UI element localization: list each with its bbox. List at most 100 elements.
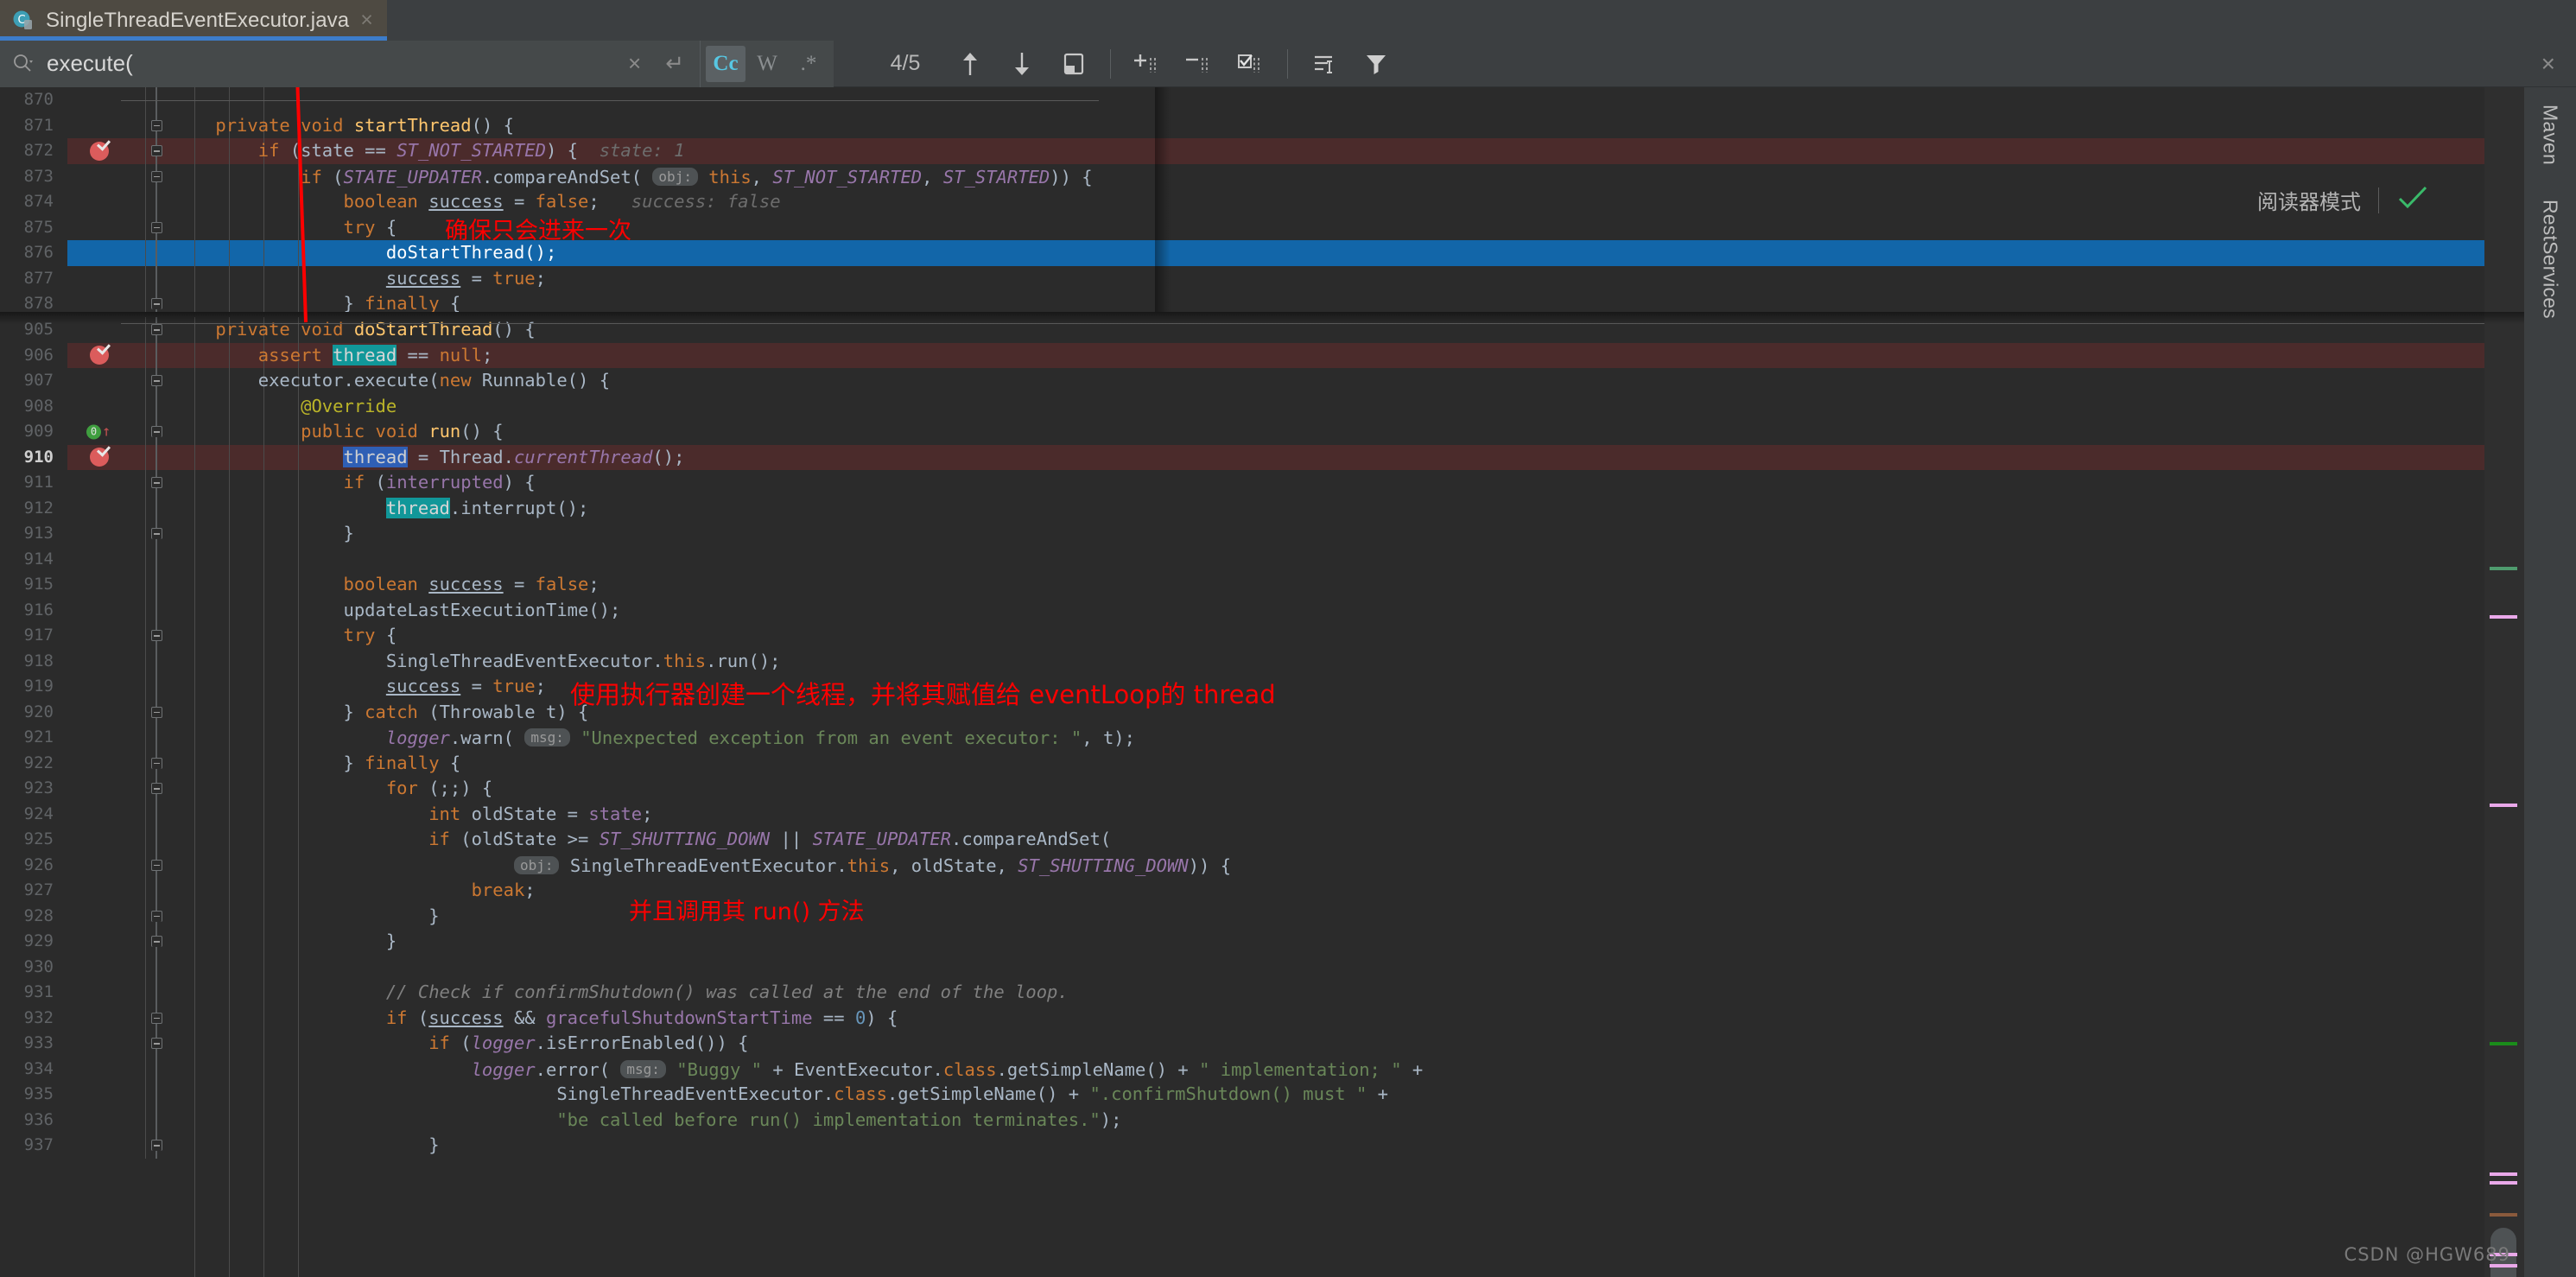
match-case-toggle[interactable]: Cc (706, 46, 746, 82)
code-line-913[interactable]: 913 } (0, 521, 2484, 547)
fold-column[interactable] (145, 1031, 168, 1057)
fold-collapse-icon[interactable] (145, 138, 168, 164)
code-line-936[interactable]: 936 "be called before run() implementati… (0, 1108, 2484, 1134)
line-gutter[interactable] (67, 1031, 145, 1057)
fold-column[interactable] (145, 598, 168, 624)
code-text[interactable]: public void run() { (168, 419, 2484, 445)
line-gutter[interactable] (67, 368, 145, 394)
code-line-877[interactable]: 877 success = true; (0, 266, 2484, 292)
code-text[interactable]: private void doStartThread() { (168, 317, 2484, 343)
marker-pink-1[interactable] (2490, 615, 2517, 619)
code-line-916[interactable]: 916 updateLastExecutionTime(); (0, 598, 2484, 624)
fold-end-icon[interactable] (145, 929, 168, 955)
code-text[interactable]: logger.error( msg: "Buggy " + EventExecu… (168, 1057, 2484, 1083)
code-line-935[interactable]: 935 SingleThreadEventExecutor.class.getS… (0, 1082, 2484, 1108)
code-text[interactable]: } (168, 904, 2484, 930)
line-gutter[interactable] (67, 113, 145, 139)
fold-end-icon[interactable] (145, 521, 168, 547)
reader-mode-indicator[interactable]: 阅读器模式 (2257, 185, 2429, 215)
code-text[interactable]: if (oldState >= ST_SHUTTING_DOWN || STAT… (168, 827, 2484, 853)
fold-column[interactable] (145, 751, 168, 777)
regex-toggle[interactable]: .* (789, 46, 828, 82)
close-icon[interactable]: × (360, 10, 373, 31)
code-text[interactable]: } finally { (168, 751, 2484, 777)
code-line-937[interactable]: 937 } (0, 1133, 2484, 1159)
fold-column[interactable] (145, 113, 168, 139)
fold-collapse-icon[interactable] (145, 215, 168, 241)
code-text[interactable]: "be called before run() implementation t… (168, 1108, 2484, 1134)
code-text[interactable]: success = true; (168, 266, 2484, 292)
code-line-915[interactable]: 915 boolean success = false; (0, 572, 2484, 598)
clear-search-icon[interactable]: × (621, 50, 648, 77)
fold-collapse-icon[interactable] (145, 368, 168, 394)
code-text[interactable]: boolean success = false; success: false (168, 189, 2484, 215)
marker-green-2[interactable] (2490, 1042, 2517, 1045)
fold-column[interactable] (145, 725, 168, 751)
code-line-921[interactable]: 921 logger.warn( msg: "Unexpected except… (0, 725, 2484, 751)
code-text[interactable]: SingleThreadEventExecutor.this.run(); (168, 649, 2484, 675)
editor-tab-singlethreadeventexecutor[interactable]: C SingleThreadEventExecutor.java × (0, 0, 387, 41)
code-text[interactable]: doStartThread(); (168, 240, 2484, 266)
fold-collapse-icon[interactable] (145, 317, 168, 343)
code-line-934[interactable]: 934 logger.error( msg: "Buggy " + EventE… (0, 1057, 2484, 1083)
marker-pink-4[interactable] (2490, 1181, 2517, 1185)
code-text[interactable]: if (logger.isErrorEnabled()) { (168, 1031, 2484, 1057)
code-line-912[interactable]: 912 thread.interrupt(); (0, 496, 2484, 522)
line-gutter[interactable] (67, 138, 145, 164)
line-gutter[interactable] (67, 445, 145, 471)
search-icon[interactable] (12, 53, 35, 75)
editor-marker-gutter[interactable] (2484, 87, 2524, 1277)
code-text[interactable]: break; (168, 878, 2484, 904)
fold-end-icon[interactable] (145, 419, 168, 445)
inspection-ok-icon[interactable] (2396, 185, 2429, 215)
fold-column[interactable] (145, 291, 168, 312)
line-gutter[interactable] (67, 343, 145, 369)
fold-column[interactable] (145, 343, 168, 369)
fold-column[interactable] (145, 138, 168, 164)
code-text[interactable]: } (168, 929, 2484, 955)
line-gutter[interactable] (67, 1006, 145, 1032)
fold-column[interactable] (145, 317, 168, 343)
code-line-928[interactable]: 928 } (0, 904, 2484, 930)
marker-brown[interactable] (2490, 1213, 2517, 1217)
code-text[interactable]: assert thread == null; (168, 343, 2484, 369)
breakpoint-icon[interactable] (90, 448, 109, 467)
tool-tab-maven[interactable]: Maven (2539, 101, 2562, 168)
line-gutter[interactable] (67, 827, 145, 853)
search-history-icon[interactable]: ↵ (660, 50, 689, 77)
line-gutter[interactable] (67, 189, 145, 215)
code-line-929[interactable]: 929 } (0, 929, 2484, 955)
code-line-923[interactable]: 923 for (;;) { (0, 776, 2484, 802)
code-text[interactable]: boolean success = false; (168, 572, 2484, 598)
line-gutter[interactable] (67, 547, 145, 573)
line-gutter[interactable] (67, 572, 145, 598)
fold-collapse-icon[interactable] (145, 1031, 168, 1057)
code-line-871[interactable]: 871 private void startThread() { (0, 113, 2484, 139)
code-text[interactable]: } (168, 1133, 2484, 1159)
remove-selection-occurrence-button[interactable] (1178, 43, 1220, 85)
fold-column[interactable] (145, 1133, 168, 1159)
code-line-927[interactable]: 927 break; (0, 878, 2484, 904)
fold-column[interactable] (145, 547, 168, 573)
prev-occurrence-button[interactable] (949, 43, 991, 85)
code-text[interactable]: logger.warn( msg: "Unexpected exception … (168, 725, 2484, 751)
code-line-922[interactable]: 922 } finally { (0, 751, 2484, 777)
line-gutter[interactable] (67, 674, 145, 700)
fold-collapse-icon[interactable] (145, 776, 168, 802)
fold-collapse-icon[interactable] (145, 700, 168, 726)
line-gutter[interactable] (67, 291, 145, 312)
open-in-find-window-button[interactable] (1053, 43, 1094, 85)
line-gutter[interactable] (67, 1082, 145, 1108)
code-line-875[interactable]: 875 try { (0, 215, 2484, 241)
fold-column[interactable] (145, 1057, 168, 1083)
code-text[interactable]: // Check if confirmShutdown() was called… (168, 980, 2484, 1006)
code-line-914[interactable]: 914 (0, 547, 2484, 573)
line-gutter[interactable] (67, 878, 145, 904)
tool-tab-rest-services[interactable]: RestServices (2539, 196, 2562, 322)
fold-collapse-icon[interactable] (145, 853, 168, 879)
fold-column[interactable] (145, 1108, 168, 1134)
words-toggle[interactable]: W (747, 46, 787, 82)
marker-pink-2[interactable] (2490, 804, 2517, 807)
fold-end-icon[interactable] (145, 291, 168, 312)
fold-end-icon[interactable] (145, 904, 168, 930)
